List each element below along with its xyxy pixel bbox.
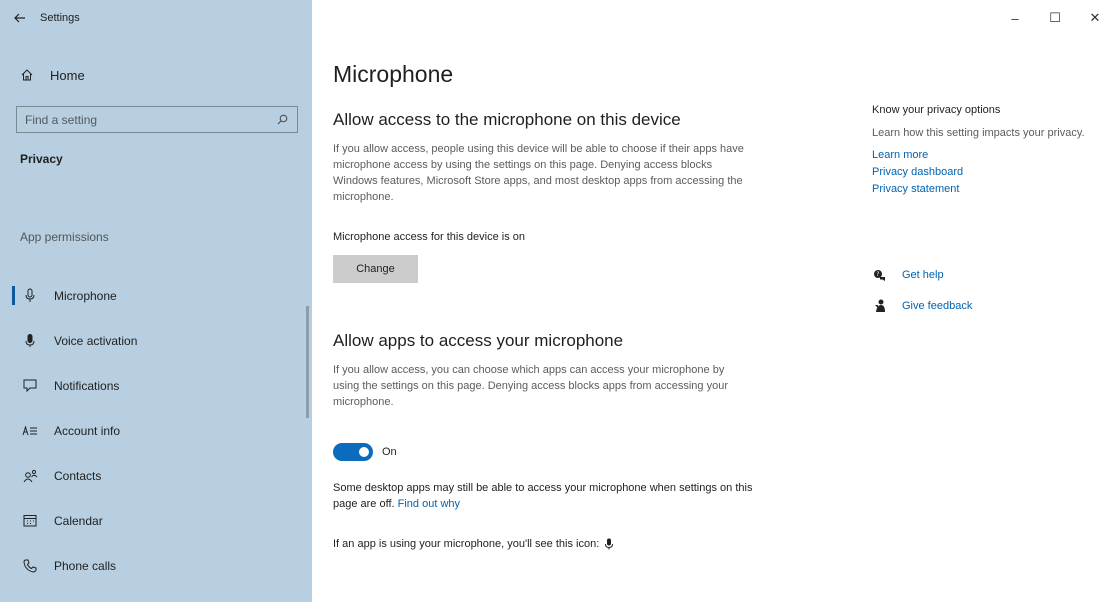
learn-more-link[interactable]: Learn more	[872, 147, 1092, 164]
sidebar-item-label: Microphone	[54, 288, 117, 303]
sidebar-home-label: Home	[50, 67, 85, 83]
privacy-statement-link[interactable]: Privacy statement	[872, 181, 1092, 198]
phone-calls-icon	[20, 557, 40, 575]
sidebar-home[interactable]: Home	[0, 60, 312, 90]
sidebar-item-phone-calls[interactable]: Phone calls	[0, 543, 312, 588]
get-help-icon: ?	[872, 267, 888, 283]
back-button[interactable]	[0, 0, 40, 36]
give-feedback-label: Give feedback	[902, 300, 973, 312]
privacy-options-panel: Know your privacy options Learn how this…	[872, 104, 1092, 198]
device-access-heading: Allow access to the microphone on this d…	[333, 110, 681, 129]
contacts-icon	[20, 467, 40, 485]
find-out-why-link[interactable]: Find out why	[398, 498, 460, 510]
give-feedback-icon	[872, 298, 888, 314]
title-bar: Settings	[0, 0, 312, 36]
sidebar-item-label: Notifications	[54, 378, 120, 393]
mic-icon-note-text: If an app is using your microphone, you'…	[333, 538, 600, 550]
apps-access-heading: Allow apps to access your microphone	[333, 331, 624, 350]
mic-in-use-icon	[605, 538, 614, 550]
back-arrow-icon	[14, 13, 25, 23]
sidebar-item-microphone[interactable]: Microphone	[0, 273, 312, 318]
settings-window: Settings Home Privacy App permissions Mi…	[0, 0, 1115, 602]
device-access-description: If you allow access, people using this d…	[333, 143, 744, 203]
sidebar-item-account-info[interactable]: Account info	[0, 408, 312, 453]
toggle-state-label: On	[382, 446, 397, 458]
voice-activation-icon	[20, 332, 40, 350]
apps-access-toggle[interactable]	[333, 443, 373, 461]
sidebar-item-contacts[interactable]: Contacts	[0, 453, 312, 498]
svg-text:?: ?	[876, 271, 879, 278]
sidebar-item-notifications[interactable]: Notifications	[0, 363, 312, 408]
notifications-icon	[20, 377, 40, 395]
search-input[interactable]	[25, 112, 275, 127]
sidebar-item-label: Phone calls	[54, 558, 117, 573]
account-info-icon	[20, 422, 40, 440]
home-icon	[20, 66, 42, 84]
toggle-knob	[359, 447, 369, 457]
sidebar: Settings Home Privacy App permissions Mi…	[0, 0, 312, 602]
sidebar-item-voice-activation[interactable]: Voice activation	[0, 318, 312, 363]
minimize-button[interactable]: –	[995, 0, 1035, 36]
app-title: Settings	[40, 12, 80, 24]
window-controls: – ☐ ✕	[995, 0, 1115, 36]
section-heading-privacy: Privacy	[20, 152, 63, 166]
privacy-options-description: Learn how this setting impacts your priv…	[872, 127, 1085, 139]
sidebar-item-label: Contacts	[54, 468, 102, 483]
change-button[interactable]: Change	[333, 255, 418, 283]
apps-access-description: If you allow access, you can choose whic…	[333, 364, 728, 408]
search-icon	[275, 113, 289, 127]
sidebar-item-label: Voice activation	[54, 333, 138, 348]
apps-access-toggle-row: On	[333, 443, 397, 461]
calendar-icon	[20, 512, 40, 530]
get-help-label: Get help	[902, 269, 944, 281]
give-feedback-link[interactable]: Give feedback	[872, 298, 972, 314]
mic-icon-note: If an app is using your microphone, you'…	[333, 536, 753, 552]
close-button[interactable]: ✕	[1075, 0, 1115, 36]
sidebar-nav: Microphone Voice activation Notification…	[0, 273, 312, 588]
get-help-link[interactable]: ? Get help	[872, 267, 944, 283]
page-title: Microphone	[333, 61, 454, 87]
maximize-button[interactable]: ☐	[1035, 0, 1075, 36]
sidebar-item-label: Calendar	[54, 513, 103, 528]
sidebar-item-calendar[interactable]: Calendar	[0, 498, 312, 543]
desktop-apps-note-text: Some desktop apps may still be able to a…	[333, 482, 753, 510]
search-box[interactable]	[16, 106, 298, 133]
device-access-status: Microphone access for this device is on	[333, 231, 525, 243]
sidebar-scrollbar[interactable]	[306, 306, 309, 418]
sidebar-item-label: Account info	[54, 423, 121, 438]
microphone-icon	[20, 287, 40, 305]
privacy-options-title: Know your privacy options	[872, 104, 1001, 116]
desktop-apps-note: Some desktop apps may still be able to a…	[333, 480, 753, 512]
section-heading-app-permissions: App permissions	[20, 230, 109, 244]
privacy-links: Learn more Privacy dashboard Privacy sta…	[872, 147, 1092, 198]
privacy-dashboard-link[interactable]: Privacy dashboard	[872, 164, 1092, 181]
